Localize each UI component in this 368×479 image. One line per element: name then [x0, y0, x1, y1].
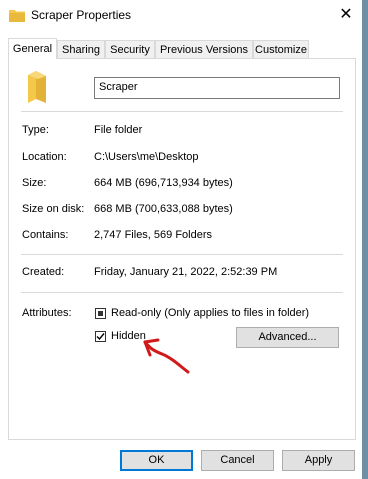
- tab-previous-versions[interactable]: Previous Versions: [155, 40, 253, 58]
- created-value: Friday, January 21, 2022, 2:52:39 PM: [94, 266, 278, 278]
- separator: [21, 111, 343, 112]
- red-arrow-annotation: [143, 338, 190, 374]
- general-panel: [8, 58, 356, 440]
- location-value: C:\Users\me\Desktop: [94, 151, 199, 163]
- size-on-disk-value: 668 MB (700,633,088 bytes): [94, 203, 233, 215]
- type-label: Type:: [22, 124, 49, 136]
- hidden-checkbox[interactable]: [95, 331, 106, 342]
- title-bar[interactable]: Scraper Properties ✕: [0, 0, 362, 31]
- attributes-label: Attributes:: [22, 307, 72, 319]
- tab-strip: General Sharing Security Previous Versio…: [8, 38, 358, 59]
- contains-value: 2,747 Files, 569 Folders: [94, 229, 213, 241]
- folder-icon: [9, 10, 25, 22]
- window-title: Scraper Properties: [31, 8, 132, 22]
- large-folder-icon: [28, 71, 46, 103]
- apply-button[interactable]: Apply: [282, 450, 355, 471]
- folder-name-input[interactable]: Scraper: [94, 77, 340, 99]
- cancel-button[interactable]: Cancel: [201, 450, 274, 471]
- separator: [21, 254, 343, 255]
- checkmark-icon: [96, 333, 105, 341]
- readonly-label[interactable]: Read-only (Only applies to files in fold…: [111, 307, 309, 319]
- type-value: File folder: [94, 124, 143, 136]
- size-on-disk-label: Size on disk:: [22, 203, 85, 215]
- tab-security[interactable]: Security: [105, 40, 155, 58]
- desktop-background-strip: [362, 0, 368, 479]
- advanced-button[interactable]: Advanced...: [236, 327, 339, 348]
- tab-general[interactable]: General: [8, 38, 57, 59]
- separator: [21, 292, 343, 293]
- readonly-checkbox[interactable]: [95, 308, 106, 319]
- ok-button[interactable]: OK: [120, 450, 193, 471]
- properties-window: Scraper Properties ✕ General Sharing Sec…: [0, 0, 363, 479]
- size-value: 664 MB (696,713,934 bytes): [94, 177, 233, 189]
- size-label: Size:: [22, 177, 47, 189]
- tab-customize[interactable]: Customize: [253, 40, 309, 58]
- location-label: Location:: [22, 151, 67, 163]
- close-button[interactable]: ✕: [330, 0, 362, 30]
- created-label: Created:: [22, 266, 65, 278]
- contains-label: Contains:: [22, 229, 69, 241]
- tab-sharing[interactable]: Sharing: [57, 40, 105, 58]
